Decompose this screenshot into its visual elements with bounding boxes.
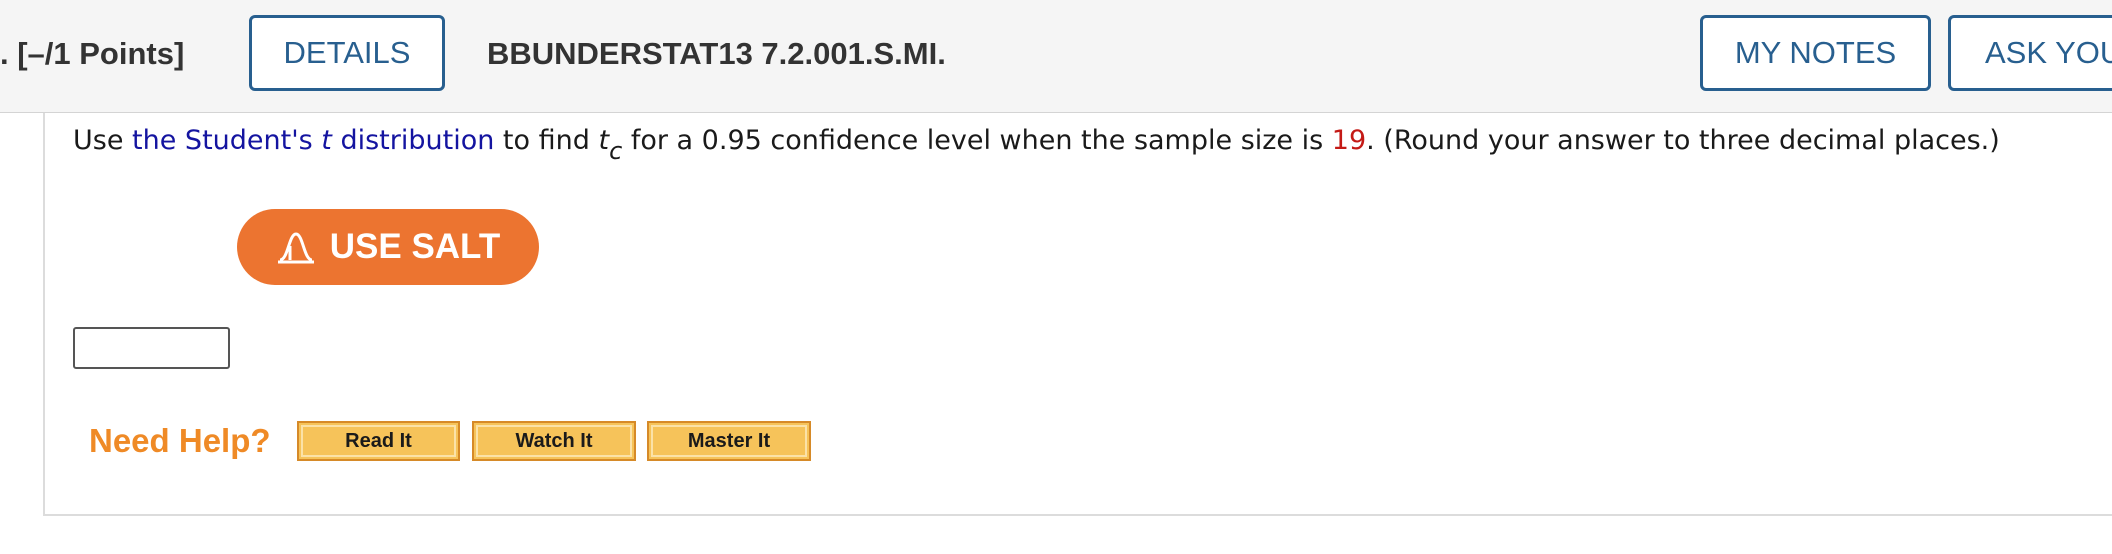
- need-help-label: Need Help?: [89, 422, 271, 459]
- c-subscript: c: [609, 137, 623, 165]
- t-variable: t: [598, 125, 610, 156]
- question-text-part: Use: [73, 125, 133, 156]
- link-text: the Student's: [132, 125, 322, 156]
- question-text-part: for a 0.95 confidence level when the sam…: [622, 125, 1332, 156]
- use-salt-label: USE SALT: [329, 227, 501, 266]
- question-header: . [–/1 Points] DETAILS BBUNDERSTAT13 7.2…: [0, 0, 2112, 113]
- watch-it-button[interactable]: Watch It: [472, 421, 636, 461]
- use-salt-button[interactable]: USE SALT: [237, 209, 539, 285]
- link-text: distribution: [331, 125, 495, 156]
- sample-size-value: 19: [1331, 125, 1367, 156]
- points-label: . [–/1 Points]: [0, 36, 185, 71]
- my-notes-button[interactable]: MY NOTES: [1700, 15, 1931, 91]
- master-it-button[interactable]: Master It: [647, 421, 811, 461]
- link-t-italic: t: [321, 125, 332, 156]
- details-button[interactable]: DETAILS: [249, 15, 445, 91]
- read-it-button[interactable]: Read It: [297, 421, 460, 461]
- answer-input[interactable]: [73, 327, 230, 369]
- student-t-distribution-link[interactable]: the Student's t distribution: [132, 125, 494, 156]
- ask-teacher-button[interactable]: ASK YOUR: [1948, 15, 2112, 91]
- question-id: BBUNDERSTAT13 7.2.001.S.MI.: [487, 36, 946, 71]
- question-text-part: . (Round your answer to three decimal pl…: [1366, 125, 2000, 156]
- question-text: Use the Student's t distribution to find…: [73, 125, 2000, 165]
- question-text-part: to find: [494, 125, 599, 156]
- bell-curve-icon: [277, 232, 314, 264]
